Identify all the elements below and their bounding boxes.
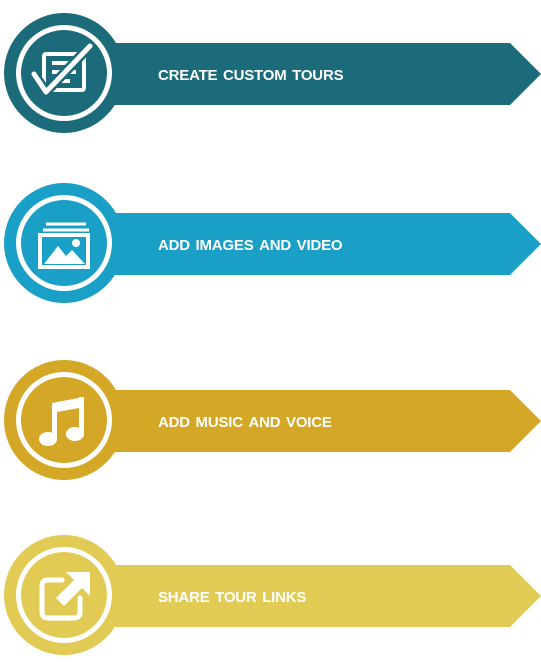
- feature-label: Share Tour Links: [158, 584, 307, 607]
- feature-add-music-and-voice: Add Music And Voice: [0, 357, 541, 487]
- feature-label: Add Images And Video: [158, 232, 343, 255]
- feature-create-custom-tours: Create Custom Tours: [0, 10, 541, 140]
- feature-list: Create Custom Tours Add Images And Video: [0, 0, 541, 662]
- feature-add-images-and-video: Add Images And Video: [0, 180, 541, 310]
- feature-label: Add Music And Voice: [158, 409, 332, 432]
- feature-label: Create Custom Tours: [158, 62, 344, 85]
- feature-share-tour-links: Share Tour Links: [0, 532, 541, 662]
